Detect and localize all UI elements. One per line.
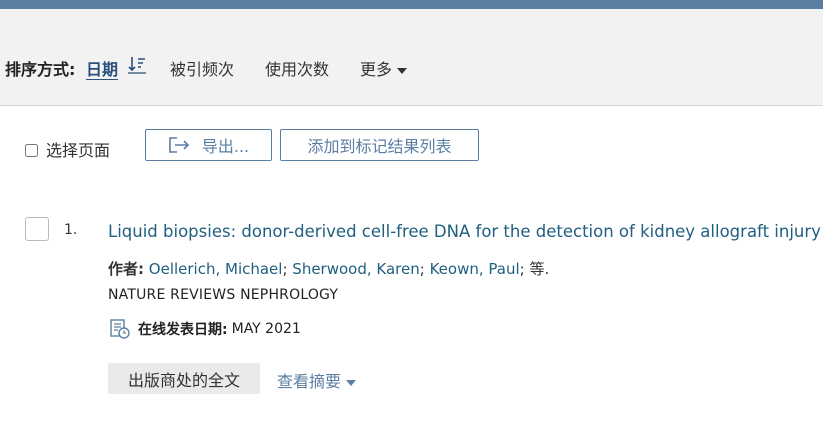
add-to-marked-list-button[interactable]: 添加到标记结果列表 bbox=[280, 129, 479, 161]
sort-more-dropdown[interactable]: 更多 bbox=[360, 56, 408, 80]
result-number: 1. bbox=[64, 222, 78, 238]
sort-bar: 排序方式: 日期 被引频次 使用次数 更多 bbox=[0, 9, 823, 106]
select-page-label: 选择页面 bbox=[46, 141, 111, 160]
publisher-fulltext-button[interactable]: 出版商处的全文 bbox=[108, 363, 260, 394]
sort-label: 排序方式: bbox=[5, 60, 76, 79]
export-button[interactable]: 导出... bbox=[145, 129, 272, 161]
result-journal: NATURE REVIEWS NEPHROLOGY bbox=[108, 287, 339, 303]
result-title-link[interactable]: Liquid biopsies: donor-derived cell-free… bbox=[108, 222, 821, 241]
result-checkbox[interactable] bbox=[25, 217, 49, 241]
chevron-down-icon bbox=[397, 67, 408, 74]
pub-date-value: MAY 2021 bbox=[231, 321, 301, 337]
view-abstract-toggle[interactable]: 查看摘要 bbox=[277, 368, 357, 392]
sort-by-date[interactable]: 日期 bbox=[86, 56, 118, 80]
export-label: 导出... bbox=[201, 137, 250, 156]
authors-label: 作者: bbox=[108, 260, 144, 278]
sort-by-usage[interactable]: 使用次数 bbox=[265, 56, 329, 80]
sort-by-citations[interactable]: 被引频次 bbox=[170, 56, 234, 80]
export-icon bbox=[169, 137, 189, 153]
sort-descending-icon[interactable] bbox=[127, 54, 147, 74]
pub-date-label: 在线发表日期: bbox=[138, 322, 228, 338]
view-abstract-label: 查看摘要 bbox=[277, 372, 342, 391]
select-page[interactable]: 选择页面 bbox=[25, 137, 110, 161]
chevron-down-icon bbox=[346, 379, 357, 386]
authors-etc: 等. bbox=[529, 260, 550, 278]
author-link[interactable]: Keown, Paul bbox=[430, 260, 520, 278]
result-authors: 作者: Oellerich, Michael; Sherwood, Karen;… bbox=[108, 260, 550, 278]
add-to-marked-label: 添加到标记结果列表 bbox=[307, 137, 452, 156]
result-pub-date: 在线发表日期: MAY 2021 bbox=[108, 318, 301, 340]
top-bar bbox=[0, 0, 823, 9]
author-link[interactable]: Oellerich, Michael bbox=[149, 260, 283, 278]
select-page-checkbox[interactable] bbox=[25, 144, 38, 157]
sort-more-label: 更多 bbox=[360, 60, 393, 79]
calendar-icon bbox=[110, 319, 130, 339]
author-link[interactable]: Sherwood, Karen bbox=[292, 260, 419, 278]
